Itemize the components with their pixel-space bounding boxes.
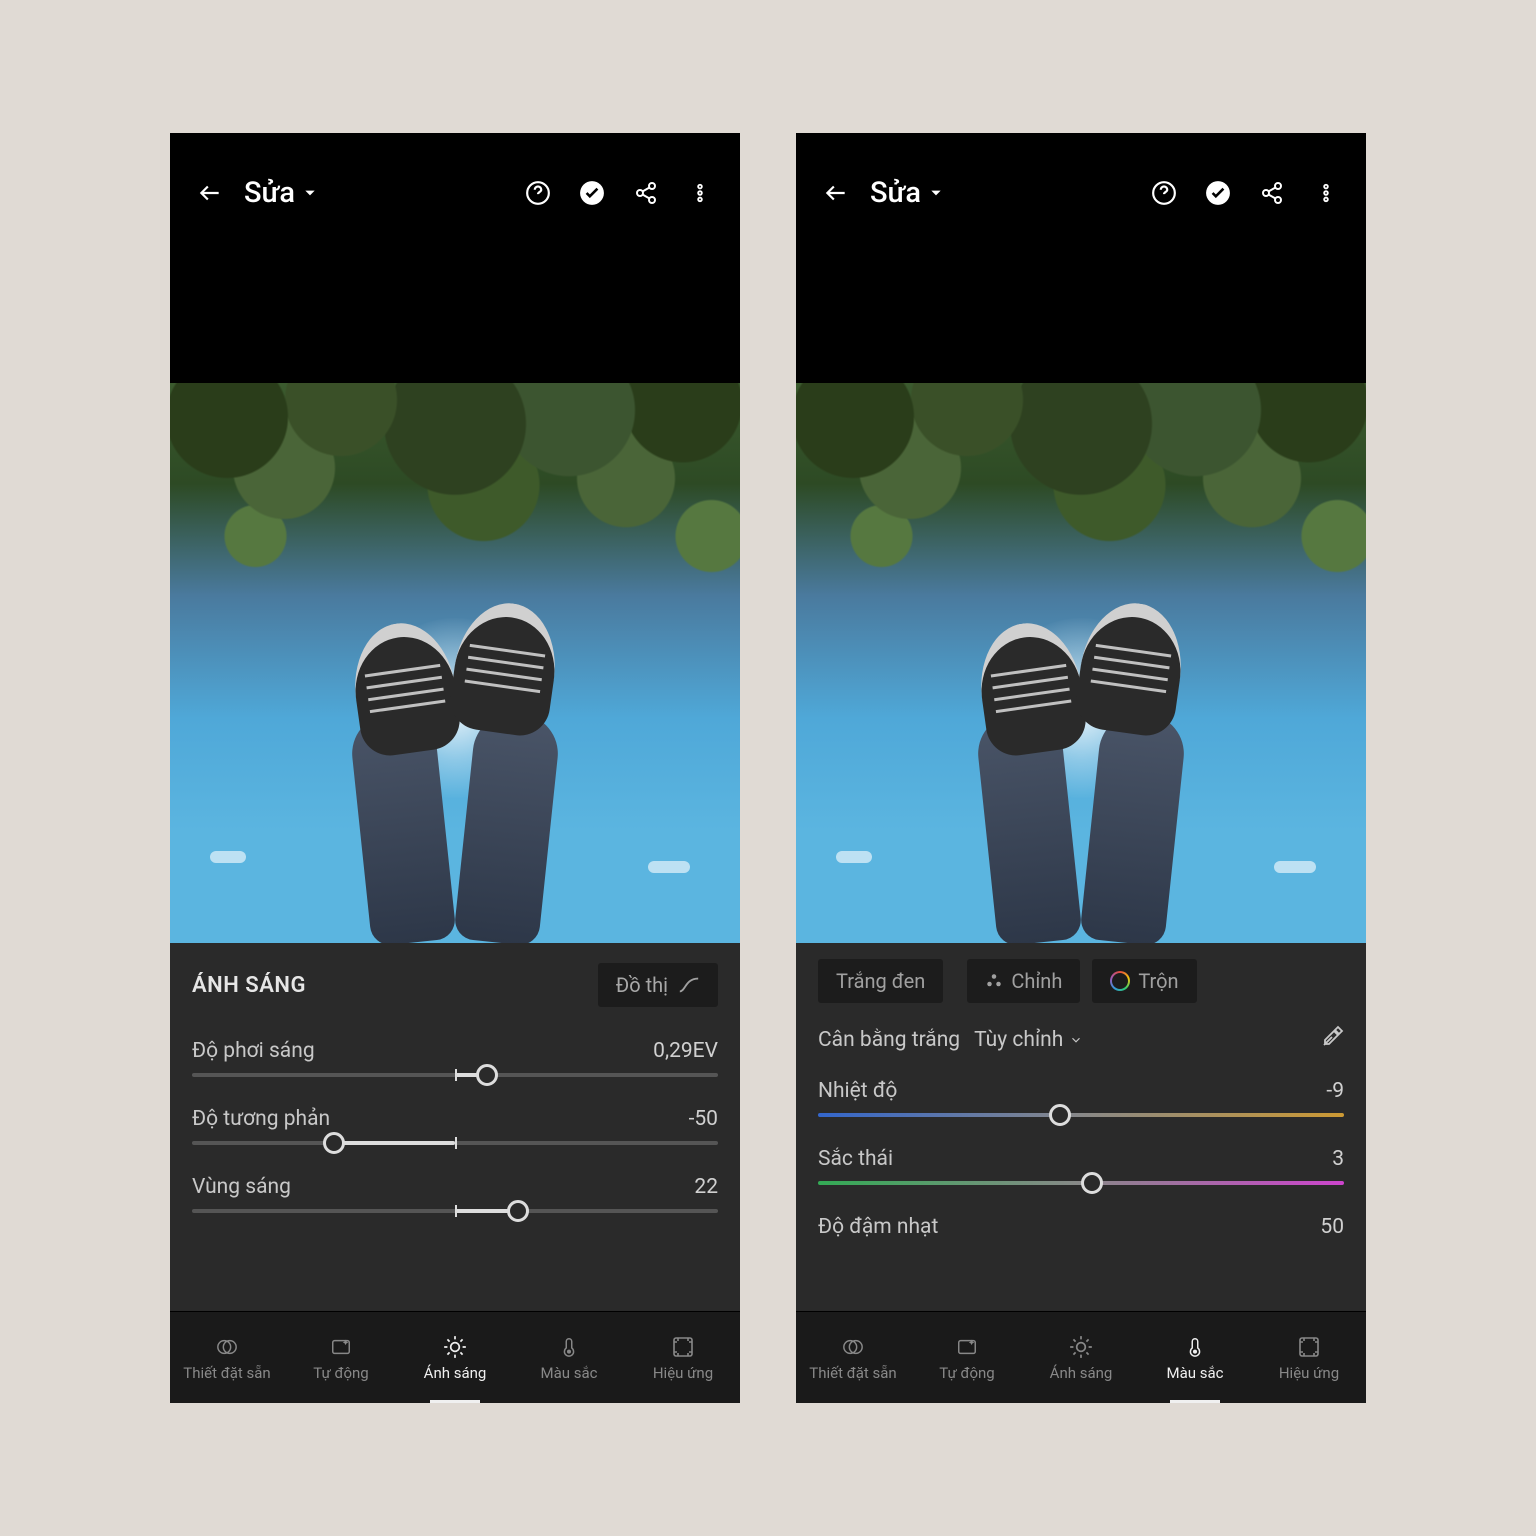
share-button[interactable] [626,173,666,213]
light-icon [442,1334,468,1360]
bottom-nav: Thiết đặt sẵn Tự động Ánh sáng Màu sắc Hiệu … [170,1311,740,1403]
nav-preset[interactable]: Thiết đặt sẵn [170,1312,284,1403]
slider-label: Vùng sáng [192,1175,291,1199]
more-button[interactable] [680,173,720,213]
nav-temp[interactable]: Màu sắc [512,1312,626,1403]
slider-track[interactable] [192,1141,718,1145]
back-button[interactable] [816,173,856,213]
bottom-nav: Thiết đặt sẵn Tự động Ánh sáng Màu sắc Hiệu … [796,1311,1366,1403]
slider-track[interactable] [192,1073,718,1077]
nav-label: Hiệu ứng [1279,1364,1339,1382]
panel-title: ÁNH SÁNG [192,973,306,998]
spacer [796,253,1366,383]
color-panel: Trắng đen Chỉnh Trộn Cân bằng trắng Tùy … [796,943,1366,1311]
nav-label: Tự động [313,1364,368,1382]
wb-label: Cân bằng trắng [818,1028,960,1052]
slider-thumb[interactable] [1049,1104,1071,1126]
spacer [170,253,740,383]
nav-label: Ánh sáng [1050,1364,1113,1382]
mode-label: Sửa [244,176,295,210]
nav-label: Ánh sáng [424,1364,487,1382]
nav-label: Màu sắc [1167,1364,1224,1382]
mode-label: Sửa [870,176,921,210]
dropdown-caret-icon [303,186,317,200]
slider-value: 3 [1332,1147,1344,1171]
eyedropper-button[interactable] [1320,1025,1344,1055]
nav-temp[interactable]: Màu sắc [1138,1312,1252,1403]
preset-icon [840,1334,866,1360]
slider-thumb[interactable] [1081,1172,1103,1194]
help-button[interactable] [1144,173,1184,213]
slider-label: Độ phơi sáng [192,1039,315,1063]
eyedropper-icon [1320,1025,1344,1049]
slider-thumb[interactable] [476,1064,498,1086]
phone-left: Sửa ÁNH SÁNG Đồ thị [170,133,740,1403]
share-button[interactable] [1252,173,1292,213]
slider-sắc-thái[interactable]: Sắc thái 3 [818,1129,1344,1197]
done-button[interactable] [1198,173,1238,213]
slider-label: Độ đậm nhạt [818,1215,938,1239]
slider-track[interactable] [192,1209,718,1213]
slider-label: Độ tương phản [192,1107,330,1131]
nav-auto[interactable]: Tự động [284,1312,398,1403]
nav-label: Hiệu ứng [653,1364,713,1382]
help-button[interactable] [518,173,558,213]
slider-thumb[interactable] [323,1132,345,1154]
nav-light[interactable]: Ánh sáng [398,1312,512,1403]
light-panel: ÁNH SÁNG Đồ thị Độ phơi sáng 0,29EV Độ tư… [170,943,740,1311]
curve-icon [678,976,700,994]
wb-dropdown[interactable]: Tùy chỉnh [974,1028,1083,1052]
auto-icon [328,1334,354,1360]
auto-icon [954,1334,980,1360]
nav-preset[interactable]: Thiết đặt sẵn [796,1312,910,1403]
nav-auto[interactable]: Tự động [910,1312,1024,1403]
nav-fx[interactable]: Hiệu ứng [1252,1312,1366,1403]
nav-label: Thiết đặt sẵn [183,1364,270,1382]
slider-value: 22 [694,1175,718,1199]
slider-value: -9 [1326,1079,1344,1103]
dropdown-caret-icon [929,186,943,200]
curve-button[interactable]: Đồ thị [598,963,718,1007]
slider-độ-đậm-nhạt[interactable]: Độ đậm nhạt 50 [818,1197,1344,1257]
bw-chip[interactable]: Trắng đen [818,959,943,1003]
fx-icon [1297,1334,1321,1360]
back-button[interactable] [190,173,230,213]
fx-icon [671,1334,695,1360]
light-icon [1068,1334,1094,1360]
slider-độ-tương-phản[interactable]: Độ tương phản -50 [192,1089,718,1157]
image-preview[interactable] [796,383,1366,943]
slider-track[interactable] [818,1113,1344,1117]
temp-icon [558,1334,580,1360]
temp-icon [1184,1334,1206,1360]
nav-label: Tự động [939,1364,994,1382]
slider-độ-phơi-sáng[interactable]: Độ phơi sáng 0,29EV [192,1021,718,1089]
color-ring-icon [1110,971,1130,991]
phone-right: Sửa Trắng đen [796,133,1366,1403]
topbar: Sửa [796,133,1366,253]
image-preview[interactable] [170,383,740,943]
mix-chip[interactable]: Trộn [1092,959,1196,1003]
nav-label: Thiết đặt sẵn [809,1364,896,1382]
slider-value: 0,29EV [653,1039,718,1063]
slider-track[interactable] [818,1181,1344,1185]
slider-vùng-sáng[interactable]: Vùng sáng 22 [192,1157,718,1225]
mode-dropdown[interactable]: Sửa [244,176,317,210]
done-button[interactable] [572,173,612,213]
nav-light[interactable]: Ánh sáng [1024,1312,1138,1403]
slider-label: Nhiệt độ [818,1079,897,1103]
slider-thumb[interactable] [507,1200,529,1222]
slider-value: 50 [1320,1215,1344,1239]
topbar: Sửa [170,133,740,253]
slider-value: -50 [689,1107,718,1131]
adjust-chip[interactable]: Chỉnh [967,959,1080,1003]
nav-label: Màu sắc [541,1364,598,1382]
slider-label: Sắc thái [818,1147,893,1171]
slider-nhiệt-độ[interactable]: Nhiệt độ -9 [818,1061,1344,1129]
nav-fx[interactable]: Hiệu ứng [626,1312,740,1403]
more-button[interactable] [1306,173,1346,213]
mode-dropdown[interactable]: Sửa [870,176,943,210]
adjust-icon [985,972,1003,990]
chevron-down-icon [1069,1033,1083,1047]
preset-icon [214,1334,240,1360]
